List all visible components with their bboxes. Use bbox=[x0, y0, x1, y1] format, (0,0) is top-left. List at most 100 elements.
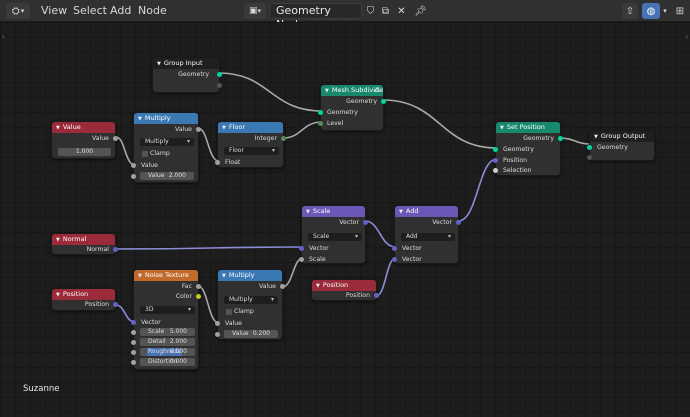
input-socket-scale[interactable] bbox=[131, 330, 136, 335]
output-socket-geometry[interactable] bbox=[558, 136, 563, 141]
input-socket-value[interactable] bbox=[131, 163, 136, 168]
collapse-triangle-icon[interactable]: ▼ bbox=[56, 292, 60, 298]
node-title: Value bbox=[62, 123, 81, 131]
operation-dropdown[interactable]: Multiply bbox=[224, 296, 278, 304]
node-value[interactable]: ▼ Value Value 1.000 bbox=[51, 121, 118, 159]
input-socket-selection[interactable] bbox=[493, 168, 498, 173]
menu-view[interactable]: View bbox=[41, 4, 67, 17]
input-socket-empty[interactable] bbox=[587, 155, 592, 160]
node-set-position[interactable]: ▼ Set Position Geometry Geometry Position… bbox=[493, 121, 563, 176]
collapse-triangle-icon[interactable]: ▼ bbox=[306, 209, 310, 215]
output-socket-value[interactable] bbox=[113, 136, 118, 141]
node-scale[interactable]: ▼Scale Vector Scale Vector Scale bbox=[299, 205, 368, 264]
parent-node-tree-button[interactable]: ⇧ bbox=[622, 3, 638, 19]
socket-label: Vector bbox=[432, 219, 452, 226]
unlink-button[interactable]: ✕ bbox=[394, 3, 409, 19]
node-position[interactable]: ▼ Position Position bbox=[51, 288, 118, 311]
distortion-field[interactable]: Distortion 0.000 bbox=[140, 358, 195, 366]
collapse-triangle-icon[interactable]: ▼ bbox=[316, 283, 320, 289]
node-title: Group Output bbox=[600, 132, 646, 140]
collapse-triangle-icon[interactable]: ▼ bbox=[222, 125, 226, 131]
input-socket-geometry[interactable] bbox=[493, 147, 498, 152]
input-socket-position[interactable] bbox=[493, 158, 498, 163]
input-socket-value[interactable] bbox=[215, 321, 220, 326]
collapse-triangle-icon[interactable]: ▼ bbox=[399, 209, 403, 215]
node-multiply[interactable]: ▼Multiply Value Multiply Clamp Value Val… bbox=[131, 112, 201, 183]
sidebar-expand-left-icon[interactable]: › bbox=[2, 33, 5, 41]
output-socket-geometry[interactable] bbox=[381, 99, 386, 104]
roughness-field[interactable]: Roughness 0.500 bbox=[140, 348, 195, 356]
collapse-triangle-icon[interactable]: ▼ bbox=[594, 134, 598, 140]
rounding-mode-dropdown[interactable]: Floor bbox=[224, 147, 279, 155]
output-socket-value[interactable] bbox=[196, 127, 201, 132]
operation-dropdown[interactable]: Scale bbox=[308, 233, 362, 241]
node-group-input[interactable]: ▼ Group Input Geometry bbox=[152, 57, 222, 93]
pin-button[interactable]: 📌︎ bbox=[413, 3, 428, 19]
socket-label: Vector bbox=[402, 256, 422, 263]
detail-field[interactable]: Detail 2.000 bbox=[140, 338, 195, 346]
input-socket-vector[interactable] bbox=[299, 246, 304, 251]
snap-toggle[interactable]: ⊞ bbox=[673, 3, 687, 19]
input-socket-roughness[interactable] bbox=[131, 350, 136, 355]
overlays-toggle[interactable]: ◍ bbox=[642, 3, 660, 19]
input-socket-vector[interactable] bbox=[131, 320, 136, 325]
sidebar-expand-right-icon[interactable]: ‹ bbox=[685, 33, 688, 41]
output-socket-normal[interactable] bbox=[113, 247, 118, 252]
output-socket-position[interactable] bbox=[374, 293, 379, 298]
node-noise-texture[interactable]: ▼Noise Texture Fac Color 3D Vector Scale… bbox=[131, 269, 201, 370]
node-add[interactable]: ▼Add Vector Add Vector Vector bbox=[392, 205, 461, 264]
input-socket-float[interactable] bbox=[215, 160, 220, 165]
output-socket-position[interactable] bbox=[113, 302, 118, 307]
clamp-checkbox[interactable] bbox=[226, 309, 232, 315]
node-group-output[interactable]: ▼ Group Output Geometry bbox=[587, 130, 655, 161]
node-tree-browse-button[interactable]: ▣ ▾ bbox=[244, 3, 266, 19]
output-socket-color[interactable] bbox=[196, 294, 201, 299]
collapse-triangle-icon[interactable]: ▼ bbox=[222, 273, 226, 279]
menu-node[interactable]: Node bbox=[138, 4, 167, 17]
collapse-triangle-icon[interactable]: ▼ bbox=[138, 116, 142, 122]
input-socket-geometry[interactable] bbox=[587, 145, 592, 150]
output-socket-vector[interactable] bbox=[363, 220, 368, 225]
node-mesh-subdivide[interactable]: ▼ Mesh Subdivide ⚠ Geometry Geometry Level bbox=[318, 84, 386, 131]
collapse-triangle-icon[interactable]: ▼ bbox=[157, 61, 161, 67]
dimensions-dropdown[interactable]: 3D bbox=[140, 306, 195, 314]
menu-add[interactable]: Add bbox=[110, 4, 131, 17]
output-socket-value[interactable] bbox=[280, 284, 285, 289]
clamp-checkbox[interactable] bbox=[142, 151, 148, 157]
input-socket-distortion[interactable] bbox=[131, 360, 136, 365]
output-socket-geometry[interactable] bbox=[217, 72, 222, 77]
operation-dropdown[interactable]: Multiply bbox=[140, 138, 194, 146]
collapse-triangle-icon[interactable]: ▼ bbox=[138, 273, 142, 279]
output-socket-fac[interactable] bbox=[196, 284, 201, 289]
input-socket-value[interactable] bbox=[131, 174, 136, 179]
fake-user-button[interactable]: ⛉ bbox=[363, 3, 378, 19]
node-multiply[interactable]: ▼Multiply Value Multiply Clamp Value Val… bbox=[215, 269, 285, 340]
overlays-dropdown[interactable]: ▾ bbox=[660, 3, 670, 19]
input-socket-vector[interactable] bbox=[392, 257, 397, 262]
collapse-triangle-icon[interactable]: ▼ bbox=[56, 125, 60, 131]
operation-dropdown[interactable]: Add bbox=[401, 233, 455, 241]
node-normal[interactable]: ▼ Normal Normal bbox=[51, 233, 118, 255]
node-floor[interactable]: ▼Floor Integer Floor Float bbox=[215, 121, 286, 168]
input-socket-vector[interactable] bbox=[392, 246, 397, 251]
duplicate-button[interactable]: ⧉ bbox=[378, 3, 393, 19]
input-socket-geometry[interactable] bbox=[318, 110, 323, 115]
editor-type-selector[interactable]: ⛭ ▾ bbox=[6, 3, 30, 19]
node-position[interactable]: ▼ Position Position bbox=[311, 279, 379, 301]
value-field[interactable]: Value 0.200 bbox=[224, 330, 278, 338]
collapse-triangle-icon[interactable]: ▼ bbox=[325, 88, 329, 94]
value-field[interactable]: Value 2.000 bbox=[140, 172, 194, 180]
collapse-triangle-icon[interactable]: ▼ bbox=[500, 125, 504, 131]
input-socket-value[interactable] bbox=[215, 332, 220, 337]
collapse-triangle-icon[interactable]: ▼ bbox=[56, 237, 60, 243]
input-socket-level[interactable] bbox=[318, 121, 323, 126]
input-socket-scale[interactable] bbox=[299, 257, 304, 262]
input-socket-detail[interactable] bbox=[131, 340, 136, 345]
output-socket-empty[interactable] bbox=[217, 83, 222, 88]
menu-select[interactable]: Select bbox=[73, 4, 107, 17]
node-tree-name-field[interactable]: Geometry Nodes bbox=[269, 3, 362, 31]
output-socket-vector[interactable] bbox=[456, 220, 461, 225]
value-field[interactable]: 1.000 bbox=[58, 148, 111, 156]
scale-field[interactable]: Scale 5.000 bbox=[140, 328, 195, 336]
output-socket-integer[interactable] bbox=[281, 136, 286, 141]
